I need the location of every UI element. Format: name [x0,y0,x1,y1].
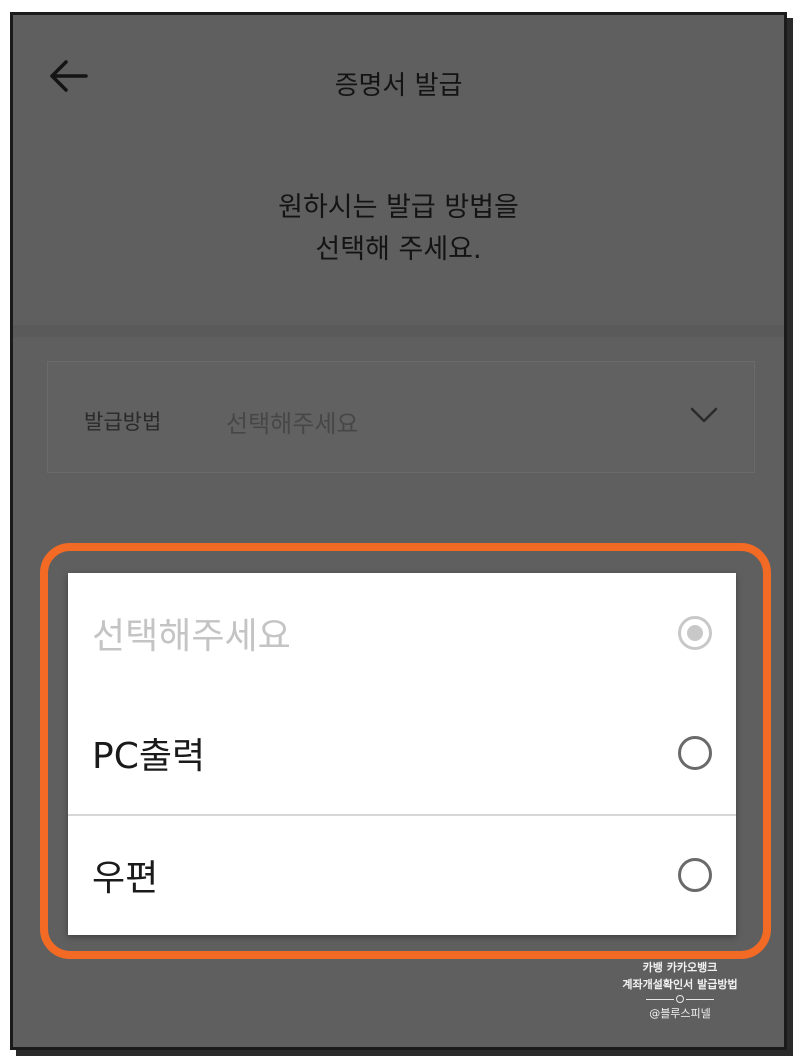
watermark-line-1: 카뱅 카카오뱅크 [642,961,718,974]
page-title: 증명서 발급 [334,71,463,101]
option-label: 우편 [92,858,159,899]
option-label: PC출력 [92,736,206,777]
watermark-line-2: 계좌개설확인서 발급방법 [622,978,738,991]
instruction-text: 원하시는 발급 방법을 선택해 주세요. [13,187,784,271]
chevron-down-icon [690,407,718,423]
radio-icon[interactable] [678,736,712,770]
option-select-placeholder: 선택해주세요 [68,573,736,693]
option-pc-print[interactable]: PC출력 [68,693,736,813]
issue-method-value: 선택해주세요 [226,410,359,438]
instruction-line-2: 선택해 주세요. [315,234,482,265]
radio-icon[interactable] [678,858,712,892]
watermark-handle: @블루스피넬 [649,1007,711,1020]
radio-selected-icon [678,616,712,650]
option-dialog: 선택해주세요 PC출력 우편 [68,573,736,935]
issue-method-select[interactable]: 발급방법 선택해주세요 [47,361,755,473]
watermark-divider [605,993,755,1005]
app-screen: 증명서 발급 원하시는 발급 방법을 선택해 주세요. 발급방법 선택해주세요 … [10,12,787,1050]
option-mail[interactable]: 우편 [68,815,736,935]
section-divider [13,325,784,337]
issue-method-label: 발급방법 [84,410,162,434]
instruction-line-1: 원하시는 발급 방법을 [278,192,519,223]
watermark: 카뱅 카카오뱅크 계좌개설확인서 발급방법 @블루스피넬 [605,959,755,1022]
option-label: 선택해주세요 [92,616,291,657]
